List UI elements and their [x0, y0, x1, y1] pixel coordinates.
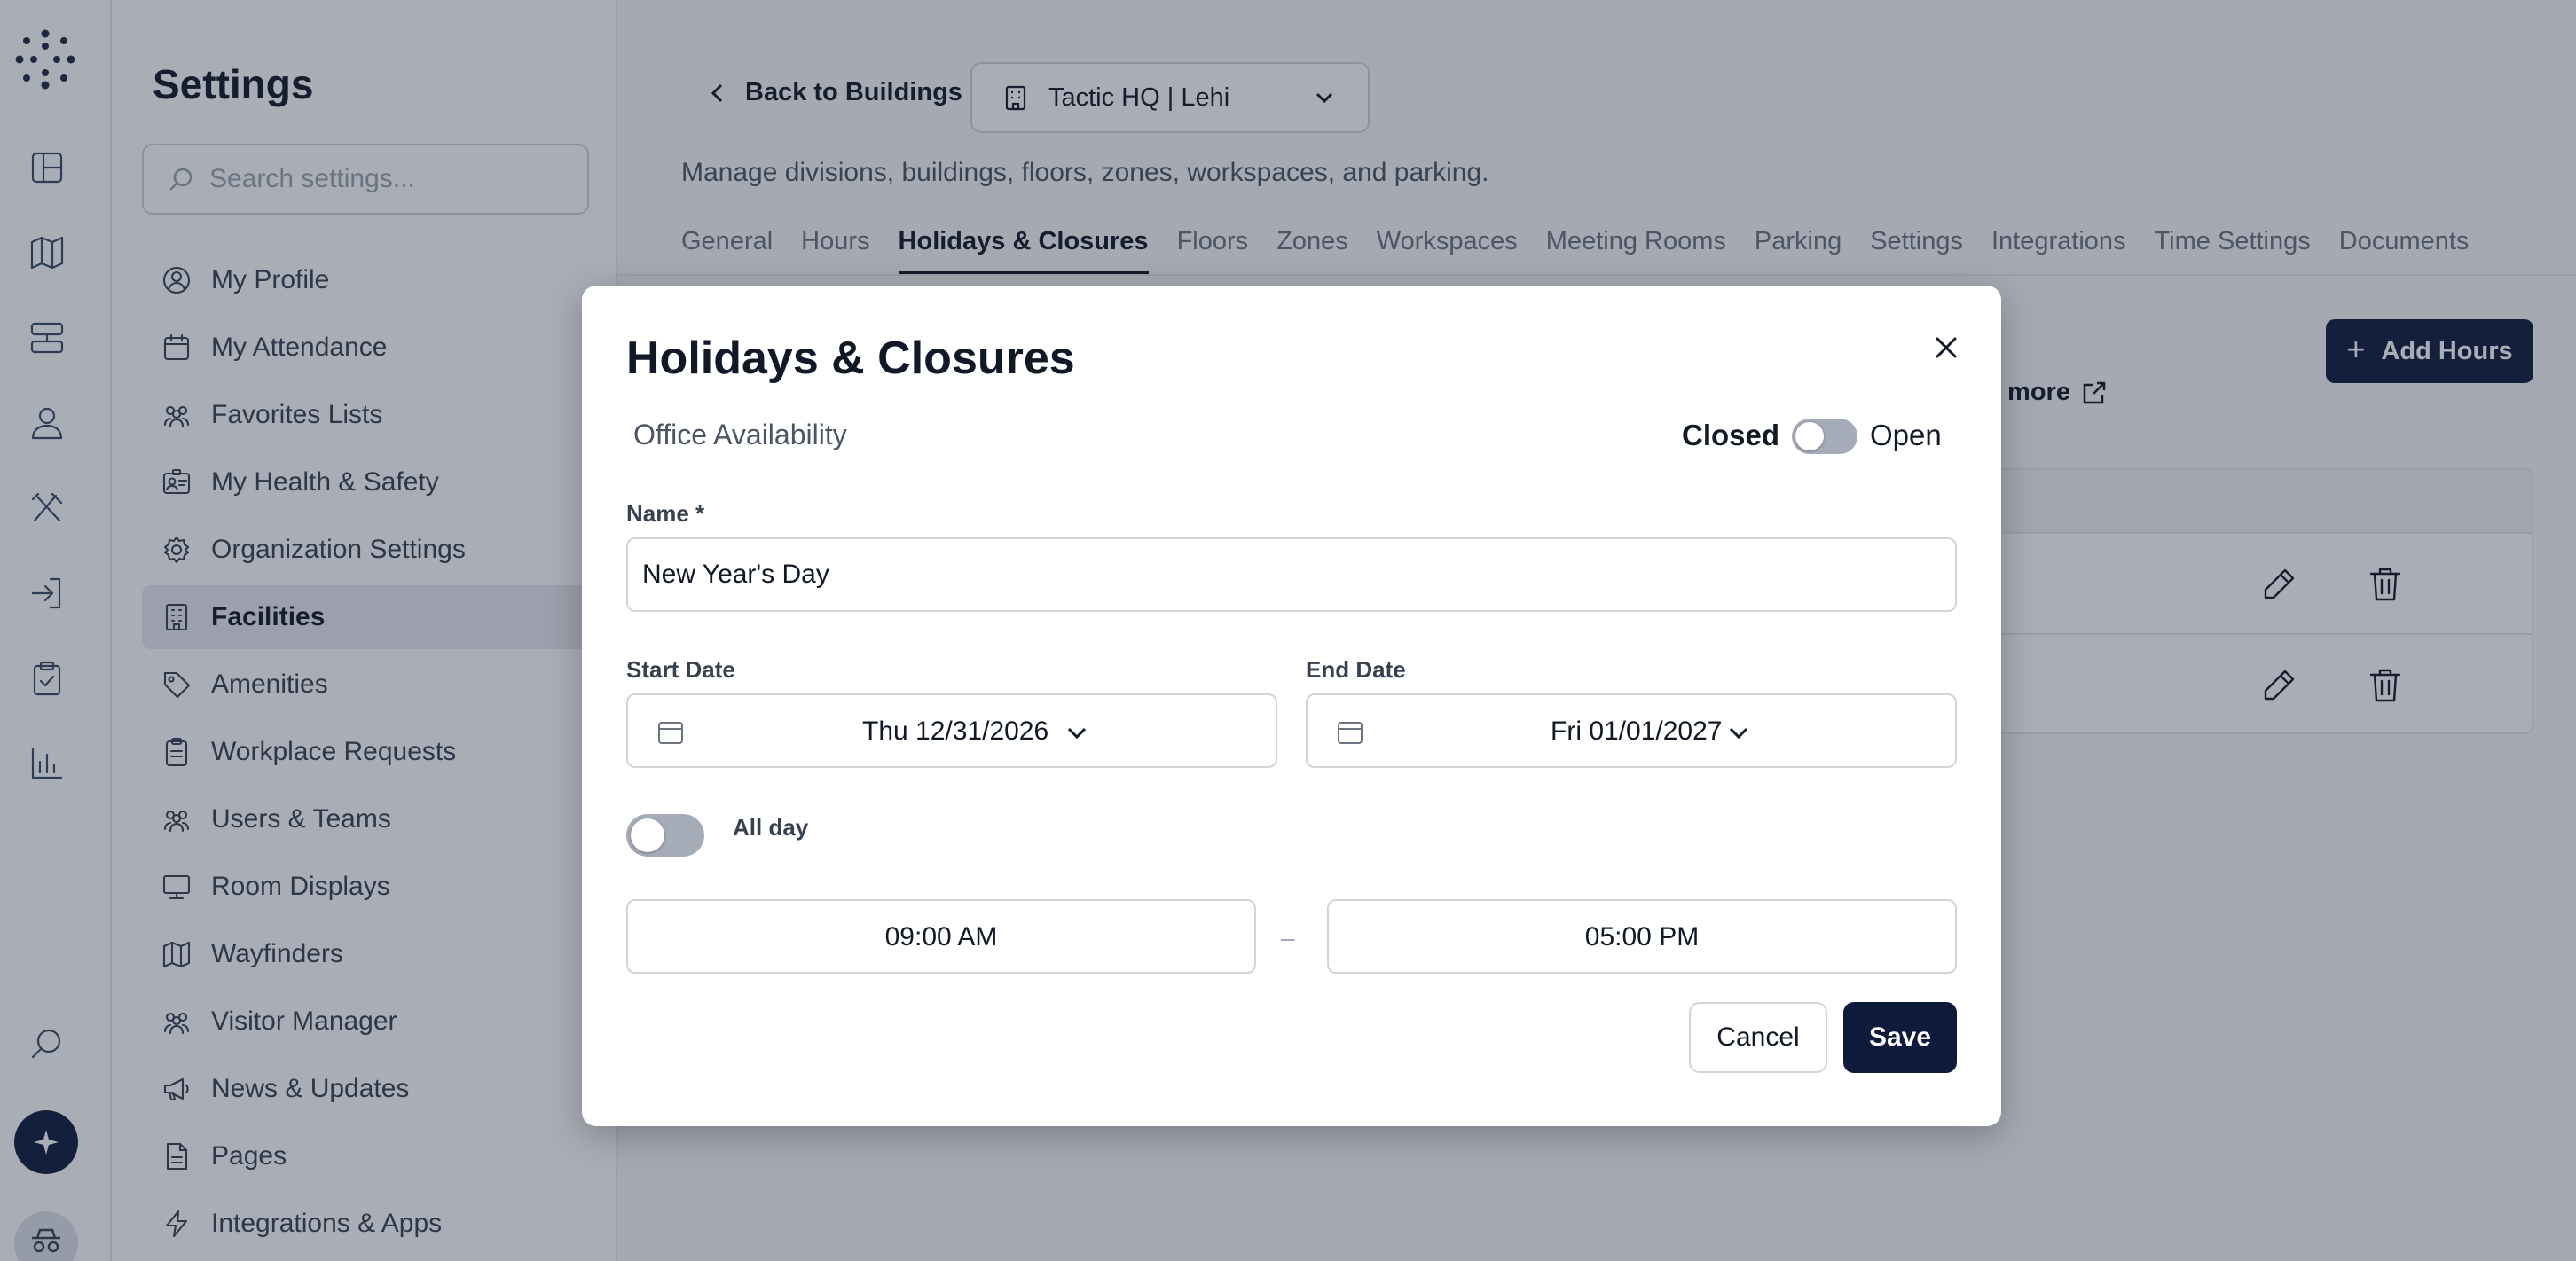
dialog-title: Holidays & Closures: [626, 333, 1075, 384]
start-date-picker[interactable]: Thu 12/31/2026: [626, 693, 1277, 768]
holiday-closure-dialog: Holidays & Closures Office Availability …: [582, 286, 2001, 1126]
close-icon: [1936, 337, 1957, 358]
end-date-label: End Date: [1306, 656, 1406, 683]
calendar-icon: [658, 722, 683, 744]
close-button[interactable]: [1927, 328, 1966, 367]
toggle-knob: [1795, 422, 1824, 450]
save-button[interactable]: Save: [1843, 1002, 1957, 1073]
closed-label: Closed: [1682, 419, 1780, 451]
office-availability-label: Office Availability: [633, 419, 847, 450]
end-time-field[interactable]: 05:00 PM: [1327, 899, 1957, 974]
end-date-value: Fri 01/01/2027: [1551, 717, 1723, 746]
chevron-down-icon: [1067, 727, 1087, 740]
all-day-label: All day: [733, 814, 809, 841]
end-time-value: 05:00 PM: [1584, 922, 1700, 952]
chevron-down-icon: [1729, 727, 1748, 740]
cancel-button[interactable]: Cancel: [1689, 1002, 1827, 1073]
start-date-value: Thu 12/31/2026: [862, 717, 1049, 746]
availability-toggle[interactable]: [1792, 419, 1857, 454]
all-day-toggle[interactable]: [626, 814, 704, 857]
toggle-knob: [631, 818, 664, 852]
start-time-field[interactable]: 09:00 AM: [626, 899, 1256, 974]
open-label: Open: [1870, 419, 1942, 451]
start-time-value: 09:00 AM: [884, 922, 998, 952]
name-field[interactable]: [626, 537, 1957, 612]
calendar-icon: [1338, 722, 1363, 744]
name-input[interactable]: [642, 539, 1837, 610]
end-date-picker[interactable]: Fri 01/01/2027: [1306, 693, 1957, 768]
time-separator: –: [1281, 924, 1295, 952]
start-date-label: Start Date: [626, 656, 735, 683]
name-label: Name *: [626, 500, 705, 527]
